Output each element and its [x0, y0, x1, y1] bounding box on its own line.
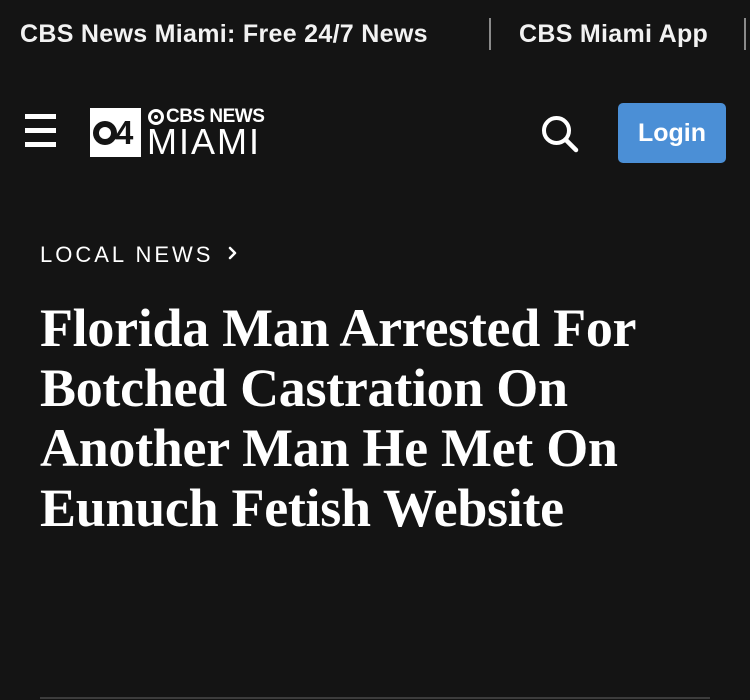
divider	[40, 697, 710, 699]
promo-link-free-news[interactable]: CBS News Miami: Free 24/7 News	[20, 18, 428, 50]
chevron-right-icon	[228, 246, 238, 265]
cbs-news-miami-logo[interactable]: 4 CBS NEWS MIAMI	[90, 106, 275, 162]
breadcrumb[interactable]: LOCAL NEWS	[40, 240, 238, 270]
promo-bar: CBS News Miami: Free 24/7 News CBS Miami…	[0, 0, 750, 68]
breadcrumb-label[interactable]: LOCAL NEWS	[40, 242, 213, 267]
promo-divider	[744, 18, 746, 50]
logo-city-text: MIAMI	[147, 121, 261, 162]
cbs4-badge: 4	[90, 108, 141, 157]
channel-number: 4	[115, 114, 134, 151]
login-button[interactable]: Login	[618, 103, 726, 163]
site-header: 4 CBS NEWS MIAMI Login	[0, 68, 750, 200]
search-icon[interactable]	[541, 115, 579, 153]
promo-divider	[489, 18, 491, 50]
promo-link-miami-app[interactable]: CBS Miami App	[519, 18, 708, 50]
hamburger-menu-icon[interactable]	[25, 114, 56, 147]
article-headline: Florida Man Arrested For Botched Castrat…	[40, 298, 636, 538]
